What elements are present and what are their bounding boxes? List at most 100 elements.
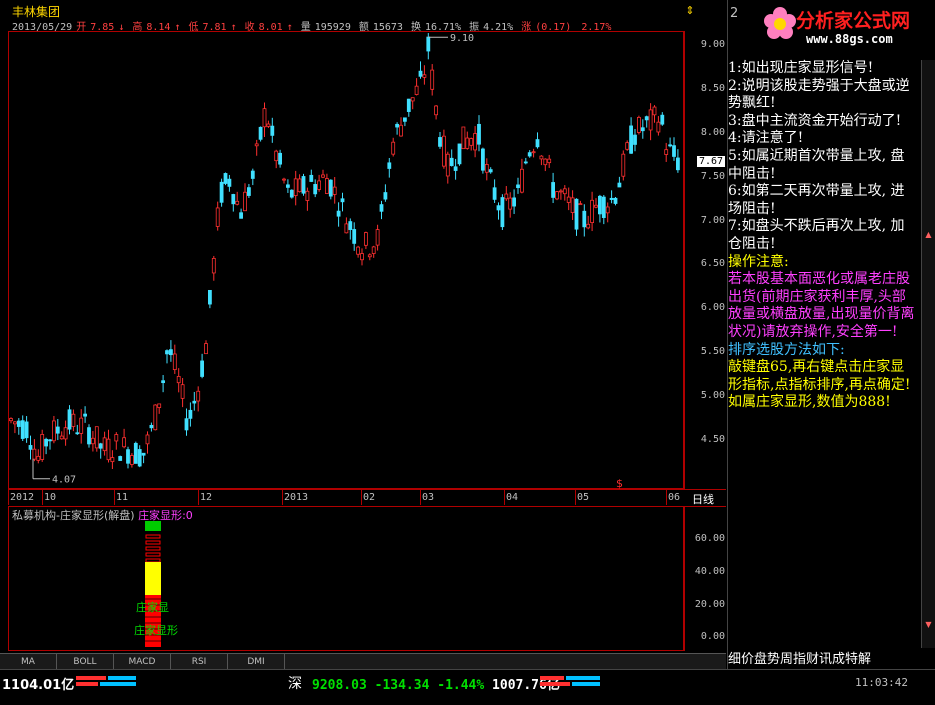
candle-body — [633, 134, 637, 145]
candle-body — [488, 169, 493, 173]
date-separator — [8, 490, 9, 505]
candle-body — [644, 116, 649, 121]
candle-body — [161, 380, 166, 384]
candle-body — [13, 421, 17, 425]
candle-body — [426, 36, 431, 52]
candle-body — [227, 178, 232, 187]
period-label[interactable]: 日线 — [692, 491, 714, 507]
candle-body — [457, 143, 462, 165]
candlestick-chart[interactable]: 9.10 4.07 $ — [8, 31, 684, 489]
price-tick: 5.00 — [700, 390, 725, 402]
tab-ma[interactable]: MA — [0, 654, 57, 670]
date-separator — [575, 490, 576, 505]
candle-body — [586, 223, 591, 229]
candle-body — [137, 449, 142, 467]
scroll-up-icon[interactable]: ▲ — [922, 230, 935, 240]
candle-body — [566, 196, 571, 203]
candle-body — [40, 434, 45, 460]
indicator-red-dash — [145, 540, 161, 545]
candle-body — [500, 197, 505, 228]
candle-body — [309, 174, 314, 182]
candle-body — [590, 199, 594, 223]
candle-body — [621, 153, 626, 177]
candle-body — [609, 197, 614, 200]
index-quote[interactable]: 9208.03 -134.34 -1.44% 1007.76亿 — [312, 674, 560, 693]
candle-body — [285, 184, 290, 188]
candle-body — [20, 420, 25, 439]
side-bottom-tabs[interactable]: 细价盘势周指财讯成特解 — [728, 648, 935, 667]
candle-body — [640, 127, 645, 132]
tab-macd[interactable]: MACD — [114, 654, 171, 670]
price-tick: 7.00 — [700, 214, 725, 226]
date-separator — [504, 490, 505, 505]
tab-dmi[interactable]: DMI — [228, 654, 285, 670]
candle-body — [67, 409, 72, 430]
candle-body — [387, 162, 392, 169]
candle-body — [492, 187, 497, 200]
indicator-green-block — [145, 521, 161, 531]
side-text: 1:如出现庄家显形信号! 2:说明该股走势强于大盘或逆势飘红! 3:盘中主流资金开始… — [728, 60, 918, 412]
candle-body — [570, 197, 575, 213]
candle-body — [63, 427, 68, 440]
candle-body — [605, 206, 610, 214]
candle-body — [336, 210, 341, 217]
candle-body — [32, 448, 37, 460]
candle-body — [305, 190, 310, 201]
candle-body — [422, 74, 427, 78]
candle-body — [98, 443, 103, 449]
candle-body — [676, 157, 680, 171]
side-text-line: 7:如盘头不跌后再次上攻, 加仓阻击! — [728, 218, 905, 252]
candle-body — [574, 198, 579, 230]
chart-area[interactable]: 丰林集团 2013/05/29 开 7.85 ↓ 高 8.14 ↑ 低 7.81 ↑ 收 8.01 ↑ 量… — [0, 0, 726, 655]
candle-body — [652, 106, 657, 116]
candle-body — [520, 168, 524, 193]
clock: 11:03:42 — [855, 676, 908, 689]
candle-body — [16, 420, 21, 427]
candle-body — [328, 179, 333, 197]
candle-body — [637, 117, 641, 133]
candle-body — [274, 150, 279, 162]
candle-body — [282, 178, 286, 181]
logo-url[interactable]: www.88gs.com — [806, 32, 893, 46]
candle-body — [547, 158, 552, 164]
candle-body — [44, 438, 48, 447]
side-scrollbar[interactable]: ▲ ▼ — [921, 60, 935, 648]
indicator-chart[interactable]: 庄家显庄家显形 — [8, 506, 684, 651]
candle-body — [207, 289, 212, 305]
candle-body — [196, 390, 201, 402]
date-separator — [361, 490, 362, 505]
price-tick: 9.00 — [700, 39, 725, 50]
candle-body — [363, 232, 368, 246]
side-panel: 2 分析家公式网 www.88gs.com 1:如出现庄家显形信号! 2:说明该股… — [727, 0, 935, 669]
candle-body — [141, 452, 146, 456]
candle-body — [484, 164, 489, 173]
date-tick: 03 — [422, 492, 435, 503]
candle-body — [258, 126, 263, 140]
candle-body — [399, 124, 403, 137]
indicator-tick: 60.00 — [694, 533, 725, 544]
candle-body — [367, 254, 372, 258]
candle-body — [184, 418, 189, 431]
candle-body — [668, 144, 672, 147]
scroll-down-icon[interactable]: ▼ — [922, 620, 935, 630]
current-price-tag: 7.67 — [697, 155, 726, 167]
date-separator — [42, 490, 43, 505]
scroll-arrow-icon[interactable]: ⇕ — [684, 4, 696, 17]
indicator-red-dash — [145, 534, 161, 539]
candle-body — [215, 207, 220, 227]
tab-rsi[interactable]: RSI — [171, 654, 228, 670]
candle-body — [664, 149, 669, 155]
candle-body — [344, 223, 349, 234]
candle-body — [480, 148, 485, 171]
candle-body — [71, 413, 76, 427]
candle-body — [75, 432, 80, 435]
candle-body — [293, 178, 298, 196]
side-text-line: 敲键盘65,再右键点击庄家显形指标,点指标排序,再点确定!如属庄家显形,数值为8… — [728, 359, 911, 411]
candle-body — [395, 123, 400, 128]
candle-body — [625, 142, 630, 150]
tab-boll[interactable]: BOLL — [57, 654, 114, 670]
candle-body — [235, 200, 240, 205]
candle-body — [211, 258, 216, 274]
candle-body — [59, 435, 64, 440]
candle-body — [246, 187, 251, 196]
